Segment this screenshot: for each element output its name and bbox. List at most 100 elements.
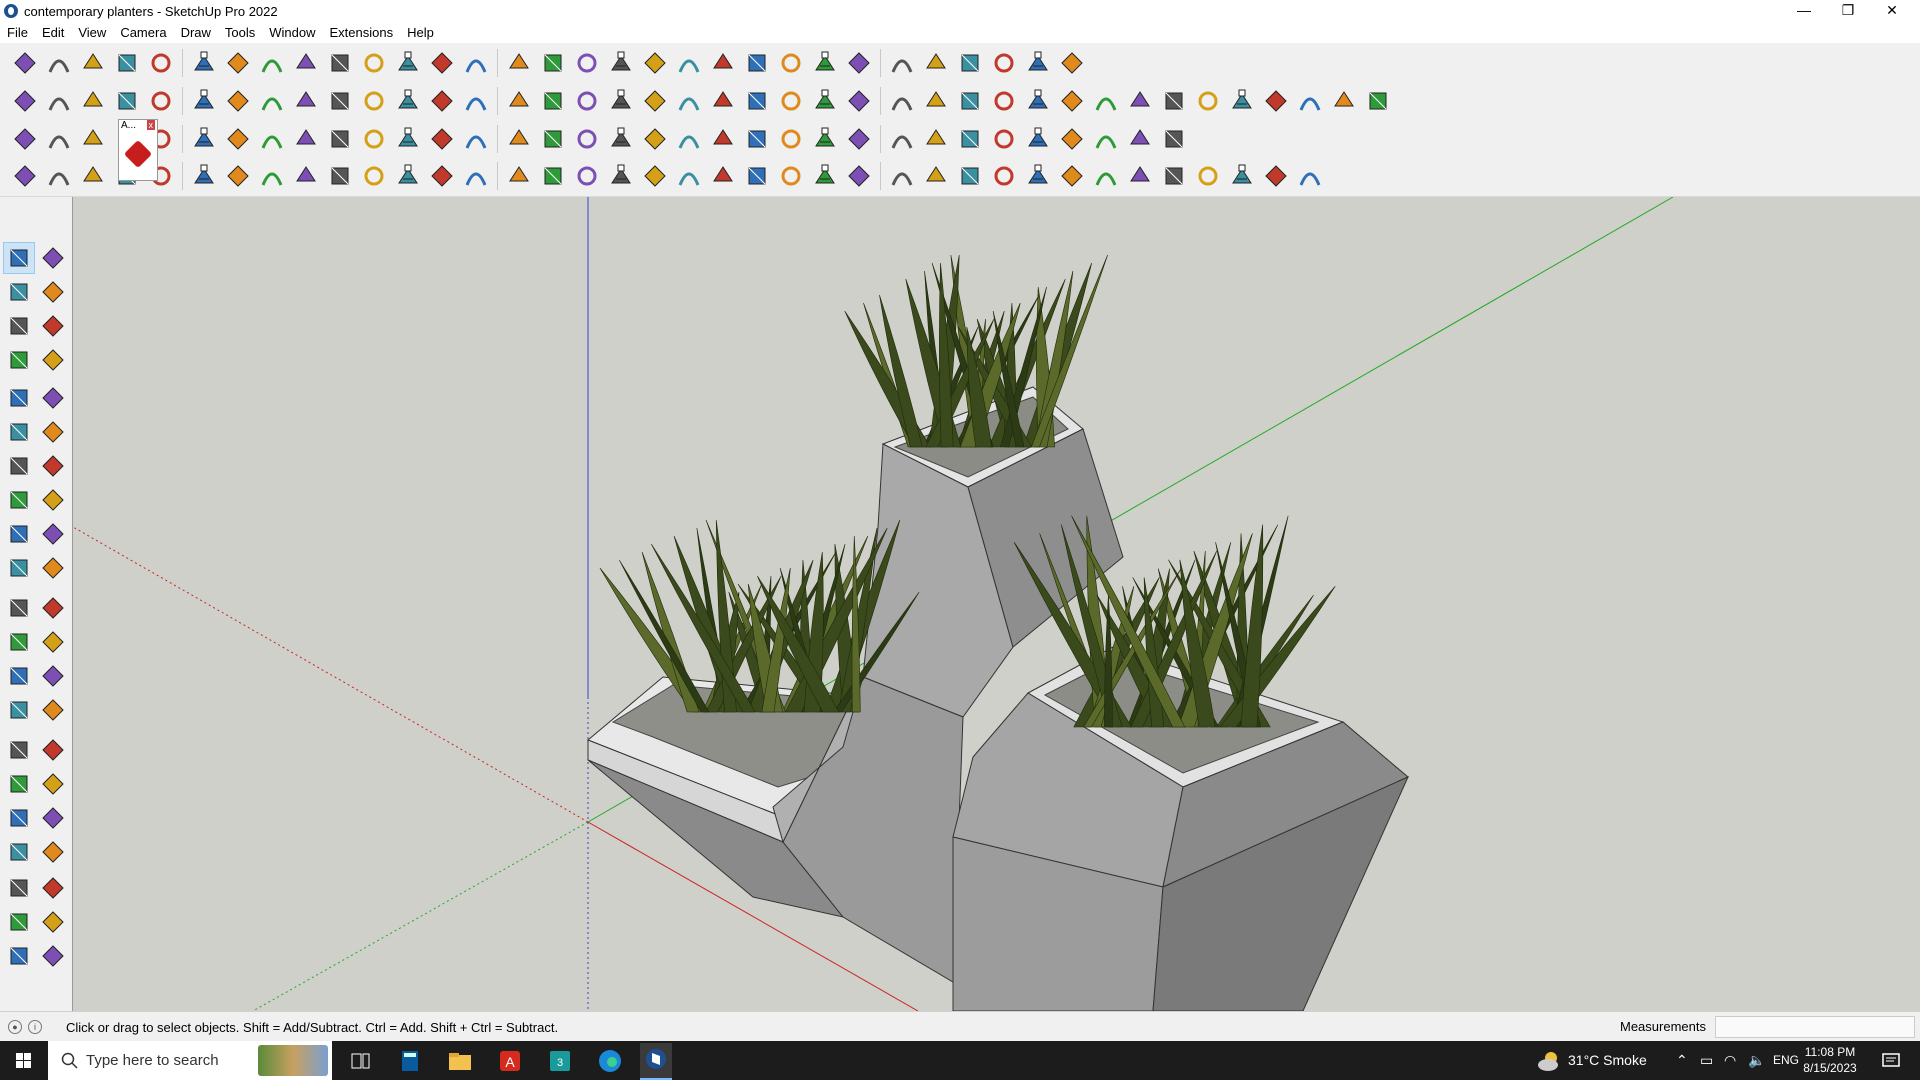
floating-toolbar-popup[interactable]: A... x — [118, 119, 158, 181]
line-tool-icon[interactable] — [4, 345, 34, 375]
pushpull-tool-icon[interactable] — [38, 519, 68, 549]
restore-button[interactable]: ❐ — [1826, 0, 1870, 22]
previous-view-icon[interactable] — [38, 803, 68, 833]
brush-icon[interactable] — [572, 124, 602, 154]
circle-icon[interactable] — [538, 124, 568, 154]
drape-icon[interactable] — [44, 124, 74, 154]
volume-icon[interactable]: 🔈 — [1748, 1041, 1765, 1080]
move-tool-icon[interactable] — [4, 519, 34, 549]
push-e-icon[interactable] — [325, 86, 355, 116]
arc2-icon[interactable] — [38, 485, 68, 515]
shape-icon[interactable] — [189, 124, 219, 154]
eraser-icon[interactable] — [989, 161, 1019, 191]
arc-icon[interactable] — [359, 124, 389, 154]
menu-camera[interactable]: Camera — [113, 25, 173, 40]
rectangle-icon[interactable] — [887, 161, 917, 191]
cube-icon[interactable] — [10, 86, 40, 116]
user-icon[interactable] — [291, 161, 321, 191]
push-left-icon[interactable] — [1159, 124, 1189, 154]
ellipse-icon[interactable] — [955, 86, 985, 116]
text-tool-icon[interactable] — [38, 661, 68, 691]
scale-icon[interactable] — [708, 161, 738, 191]
house-e-icon[interactable] — [708, 86, 738, 116]
popup-close-icon[interactable]: x — [146, 120, 155, 130]
user-icon[interactable] — [776, 48, 806, 78]
stamp-icon[interactable] — [78, 124, 108, 154]
diamond-icon[interactable] — [1091, 86, 1121, 116]
warehouse-tool-icon[interactable] — [4, 941, 34, 971]
select-icon[interactable] — [1023, 161, 1053, 191]
tray-chevron-icon[interactable]: ⌃ — [1676, 1041, 1688, 1080]
pan-icon[interactable] — [538, 48, 568, 78]
layers-tool-icon[interactable] — [38, 941, 68, 971]
push-right-icon[interactable] — [257, 86, 287, 116]
paint-bucket-icon[interactable] — [4, 277, 34, 307]
zoom-window-icon[interactable] — [504, 161, 534, 191]
push-up-icon[interactable] — [189, 86, 219, 116]
menu-draw[interactable]: Draw — [174, 25, 218, 40]
freehand-icon[interactable] — [38, 345, 68, 375]
dimension-icon[interactable] — [887, 48, 917, 78]
parallelogram-icon[interactable] — [989, 86, 1019, 116]
box-icon[interactable] — [538, 86, 568, 116]
rotated-rect-icon[interactable] — [38, 383, 68, 413]
section-display-icon[interactable] — [38, 907, 68, 937]
chain-icon[interactable] — [1125, 86, 1155, 116]
pan-view-icon[interactable] — [38, 735, 68, 765]
tape-measure-icon[interactable] — [393, 48, 423, 78]
fe-icon[interactable] — [742, 86, 772, 116]
acrobat-app-icon[interactable]: A — [494, 1045, 526, 1077]
extension-icon[interactable] — [257, 161, 287, 191]
diamond-icon[interactable] — [291, 124, 321, 154]
house-a-icon[interactable] — [810, 124, 840, 154]
geo-location-icon[interactable]: ● — [8, 1020, 22, 1034]
house-c-icon[interactable] — [640, 86, 670, 116]
push-pull-icon[interactable] — [844, 161, 874, 191]
hexagon-icon[interactable] — [461, 124, 491, 154]
brush-icon[interactable] — [810, 86, 840, 116]
dimension-icon[interactable] — [189, 161, 219, 191]
components-icon[interactable] — [325, 161, 355, 191]
axes-icon[interactable] — [1227, 161, 1257, 191]
slope-icon[interactable] — [393, 86, 423, 116]
sphere-icon[interactable] — [44, 86, 74, 116]
follow-me-icon[interactable] — [257, 48, 287, 78]
layers-icon[interactable] — [393, 161, 423, 191]
edit-icon[interactable] — [921, 124, 951, 154]
edit-icon[interactable] — [461, 86, 491, 116]
menu-extensions[interactable]: Extensions — [323, 25, 401, 40]
fe-icon[interactable] — [640, 124, 670, 154]
zoom-window-view-icon[interactable] — [38, 769, 68, 799]
house-c-icon[interactable] — [742, 124, 772, 154]
push-n-icon[interactable] — [291, 86, 321, 116]
ruby-icon[interactable] — [10, 161, 40, 191]
taskbar-search-box[interactable]: Type here to search — [48, 1041, 332, 1080]
undo-icon[interactable] — [78, 161, 108, 191]
redo-icon[interactable] — [44, 161, 74, 191]
styles-icon[interactable] — [359, 161, 389, 191]
weather-text[interactable]: 31°C Smoke — [1568, 1041, 1647, 1080]
house-b-icon[interactable] — [776, 124, 806, 154]
zoom-extents-view-icon[interactable] — [4, 803, 34, 833]
move-icon[interactable] — [776, 161, 806, 191]
orbit-tool-icon[interactable] — [38, 243, 68, 273]
redo-icon[interactable] — [1125, 161, 1155, 191]
follow-me-icon[interactable] — [810, 161, 840, 191]
ruby-icon[interactable] — [1091, 161, 1121, 191]
orbit-icon[interactable] — [504, 48, 534, 78]
warehouse-icon[interactable] — [427, 161, 457, 191]
eraser-icon[interactable] — [78, 48, 108, 78]
warehouse-icon[interactable] — [640, 48, 670, 78]
footprints-icon[interactable] — [38, 873, 68, 903]
polygon-tool-icon[interactable] — [38, 417, 68, 447]
zoom-icon[interactable] — [1057, 161, 1087, 191]
push-pull-icon[interactable] — [223, 48, 253, 78]
pencil-icon[interactable] — [955, 161, 985, 191]
menu-window[interactable]: Window — [262, 25, 322, 40]
walk-icon[interactable] — [4, 837, 34, 867]
offset-tool-icon[interactable] — [38, 593, 68, 623]
spiral-icon[interactable] — [325, 124, 355, 154]
3d-text-icon[interactable] — [38, 695, 68, 725]
component-icon[interactable] — [4, 311, 34, 341]
protractor-icon[interactable] — [4, 661, 34, 691]
